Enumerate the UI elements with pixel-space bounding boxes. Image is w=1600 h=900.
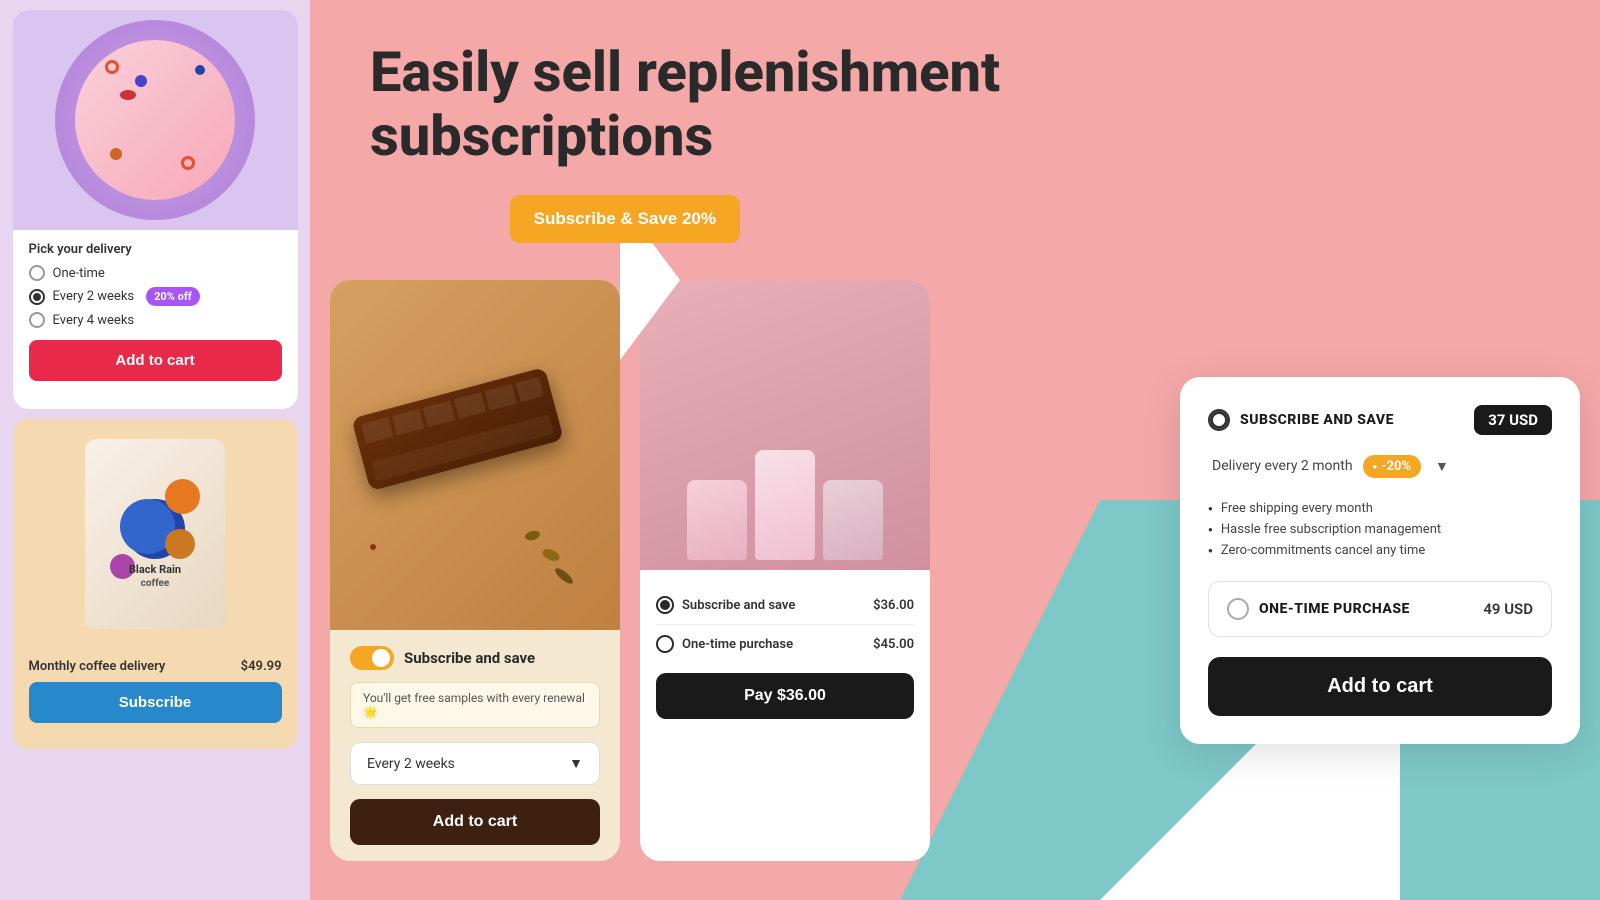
widget-discount-pill: -20% [1363, 455, 1422, 478]
widget-subscribe-row: SUBSCRIBE AND SAVE 37 USD [1208, 405, 1552, 435]
almond-3 [553, 566, 575, 586]
coffee-bag-dot-orange [165, 479, 200, 514]
widget-onetime-price: 49 USD [1483, 600, 1533, 618]
card-cereal: Pick your delivery One-time Every 2 week… [13, 10, 298, 409]
card-coffee: Black Rain coffee Monthly coffee deliver… [13, 419, 298, 749]
dogfood-subscribe-label: Subscribe and save [682, 598, 795, 613]
radio-onetime[interactable] [29, 265, 45, 281]
radio-onetime-dog[interactable] [656, 635, 674, 653]
widget-onetime-left: ONE-TIME PURCHASE [1227, 598, 1410, 620]
coffee-price: $49.99 [241, 659, 282, 674]
widget-radio-subscribe[interactable] [1208, 409, 1230, 431]
dogfood-body: Subscribe and save $36.00 One-time purch… [640, 570, 930, 861]
cereal-add-to-cart-button[interactable]: Add to cart [29, 340, 282, 381]
dogfood-product-image [640, 280, 930, 570]
cocoa-powder [370, 544, 376, 550]
frequency-dropdown[interactable]: Every 2 weeks ▼ [350, 742, 600, 785]
free-samples-badge: You'll get free samples with every renew… [350, 682, 600, 728]
cereal-bowl [75, 40, 235, 200]
subscribe-toggle[interactable] [350, 646, 394, 670]
hero-title-line2: subscriptions [370, 103, 713, 169]
delivery-label: Pick your delivery [29, 242, 282, 257]
radio-2weeks[interactable] [29, 289, 45, 305]
option-onetime-label: One-time [53, 266, 105, 281]
dogfood-subscribe-option[interactable]: Subscribe and save $36.00 [656, 586, 914, 625]
dogfood-pay-button[interactable]: Pay $36.00 [656, 673, 914, 719]
bag-1 [687, 480, 747, 560]
choco-body: Subscribe and save You'll get free sampl… [330, 630, 620, 861]
cereal-card-body: Pick your delivery One-time Every 2 week… [13, 230, 298, 393]
option-2weeks-label: Every 2 weeks [53, 289, 135, 304]
hero-title-line1: Easily sell replenishment [370, 39, 1000, 105]
widget-onetime-row[interactable]: ONE-TIME PURCHASE 49 USD [1208, 581, 1552, 637]
hero-text: Easily sell replenishment subscriptions [310, 0, 1160, 189]
coffee-product-image: Black Rain coffee [13, 419, 298, 649]
almond-1 [541, 547, 562, 564]
dropdown-chevron-icon: ▼ [569, 755, 583, 772]
coffee-title: Monthly coffee delivery [29, 659, 166, 674]
option-4weeks[interactable]: Every 4 weeks [29, 312, 282, 328]
choco-product-image [330, 280, 620, 630]
subscribe-save-label: Subscribe and save [404, 649, 535, 667]
widget-card: SUBSCRIBE AND SAVE 37 USD Delivery every… [1180, 377, 1580, 744]
widget-onetime-label: ONE-TIME PURCHASE [1259, 601, 1410, 617]
dogfood-bags [687, 450, 883, 560]
benefit-2: Hassle free subscription management [1208, 519, 1552, 540]
coffee-bag: Black Rain coffee [85, 439, 225, 629]
coffee-info-row: Monthly coffee delivery $49.99 [29, 659, 282, 674]
left-column: Pick your delivery One-time Every 2 week… [0, 0, 310, 900]
delivery-options: One-time Every 2 weeks 20% off Every 4 w… [29, 265, 282, 328]
widget-subscribe-label: SUBSCRIBE AND SAVE [1240, 412, 1394, 428]
card-dogfood: Subscribe and save $36.00 One-time purch… [640, 280, 930, 861]
almond-2 [524, 529, 541, 542]
subscribe-save-button[interactable]: Subscribe & Save 20% [510, 195, 740, 243]
widget-delivery-row: Delivery every 2 month -20% ▼ [1208, 455, 1552, 478]
onetime-option-left: One-time purchase [656, 635, 793, 653]
delivery-chevron-icon[interactable]: ▼ [1435, 458, 1449, 475]
widget-subscribe-left: SUBSCRIBE AND SAVE [1208, 409, 1394, 431]
coffee-bag-text: Black Rain coffee [129, 563, 181, 589]
card-choco: Subscribe and save You'll get free sampl… [330, 280, 620, 861]
center-area: Easily sell replenishment subscriptions … [310, 0, 1160, 900]
option-onetime[interactable]: One-time [29, 265, 282, 281]
option-2weeks[interactable]: Every 2 weeks 20% off [29, 287, 282, 306]
cereal-bowl-bg [55, 20, 255, 220]
widget-radio-onetime[interactable] [1227, 598, 1249, 620]
widget-subscribe-price: 37 USD [1474, 405, 1552, 435]
radio-subscribe[interactable] [656, 596, 674, 614]
right-panel: SUBSCRIBE AND SAVE 37 USD Delivery every… [1160, 0, 1600, 900]
radio-4weeks[interactable] [29, 312, 45, 328]
subscribe-option-left: Subscribe and save [656, 596, 795, 614]
hero-title: Easily sell replenishment subscriptions [370, 40, 1100, 169]
benefit-3: Zero-commitments cancel any time [1208, 540, 1552, 561]
widget-delivery-text: Delivery every 2 month [1212, 458, 1353, 474]
coffee-brand: Black Rain [129, 563, 181, 576]
dogfood-onetime-label: One-time purchase [682, 637, 793, 652]
bag-3 [823, 480, 883, 560]
dogfood-subscribe-price: $36.00 [873, 598, 914, 613]
coffee-sub: coffee [129, 578, 181, 589]
coffee-card-body: Monthly coffee delivery $49.99 Subscribe [13, 649, 298, 733]
cards-row: Subscribe and save You'll get free sampl… [310, 280, 1160, 861]
toggle-knob [372, 649, 390, 667]
dog-image [695, 761, 775, 841]
choco-add-to-cart-button[interactable]: Add to cart [350, 799, 600, 845]
option-4weeks-label: Every 4 weeks [53, 313, 135, 328]
choco-bar [351, 367, 564, 491]
cereal-product-image [13, 10, 298, 230]
discount-badge: 20% off [146, 287, 200, 306]
widget-add-to-cart-button[interactable]: Add to cart [1208, 657, 1552, 716]
dogfood-onetime-option[interactable]: One-time purchase $45.00 [656, 625, 914, 663]
frequency-value: Every 2 weeks [367, 756, 455, 772]
dogfood-onetime-price: $45.00 [873, 637, 914, 652]
widget-benefits-list: Free shipping every month Hassle free su… [1208, 498, 1552, 561]
coffee-subscribe-button[interactable]: Subscribe [29, 682, 282, 723]
bag-2 [755, 450, 815, 560]
toggle-row: Subscribe and save [350, 646, 600, 670]
coffee-bag-dot-small [165, 529, 195, 559]
benefit-1: Free shipping every month [1208, 498, 1552, 519]
page-container: Pick your delivery One-time Every 2 week… [0, 0, 1600, 900]
